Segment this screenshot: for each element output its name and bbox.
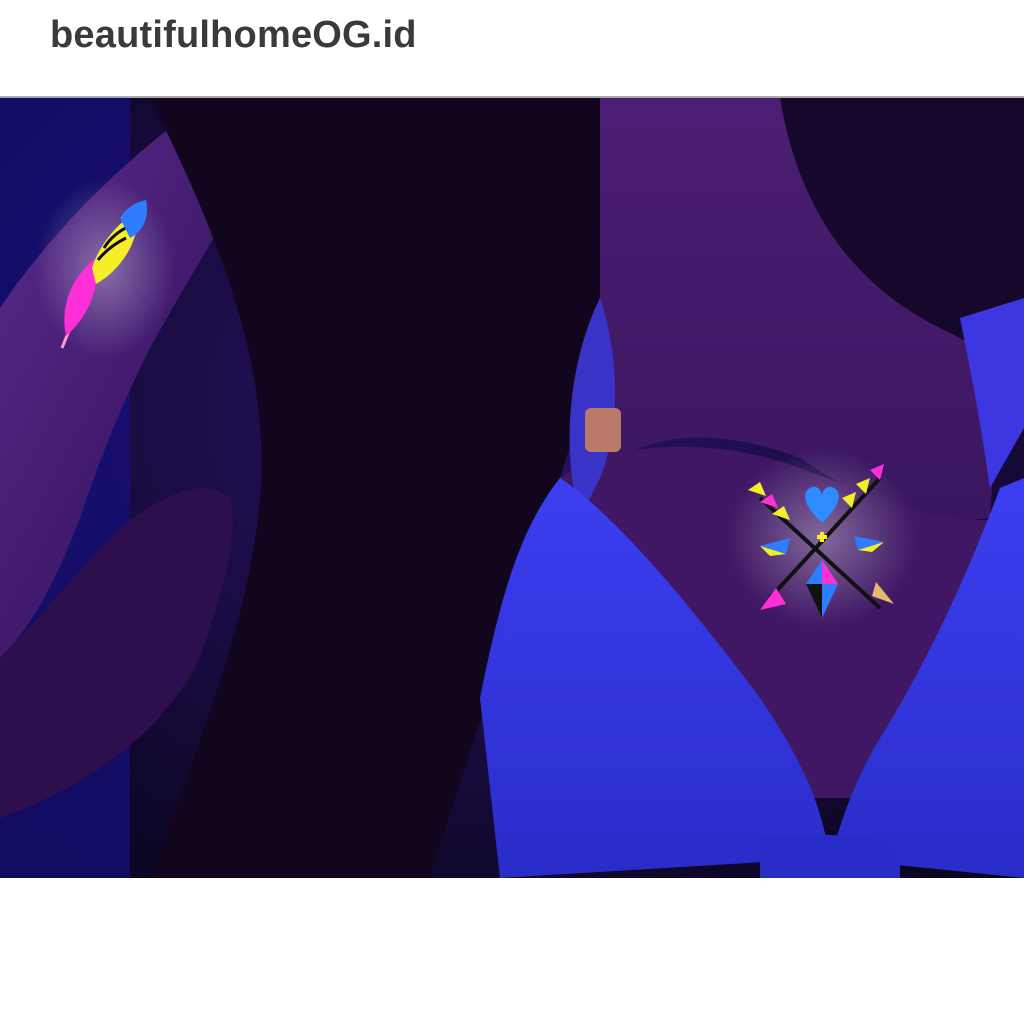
product-image-page: beautifulhomeOG.id (0, 0, 1024, 1024)
header: beautifulhomeOG.id (0, 0, 1024, 96)
product-photo (0, 98, 1024, 878)
shop-brand-label: beautifulhomeOG.id (50, 14, 417, 56)
feather-tattoo-icon (35, 178, 175, 358)
crossed-arrows-tattoo-icon (727, 448, 917, 628)
bottom-whitespace (0, 878, 1024, 1024)
